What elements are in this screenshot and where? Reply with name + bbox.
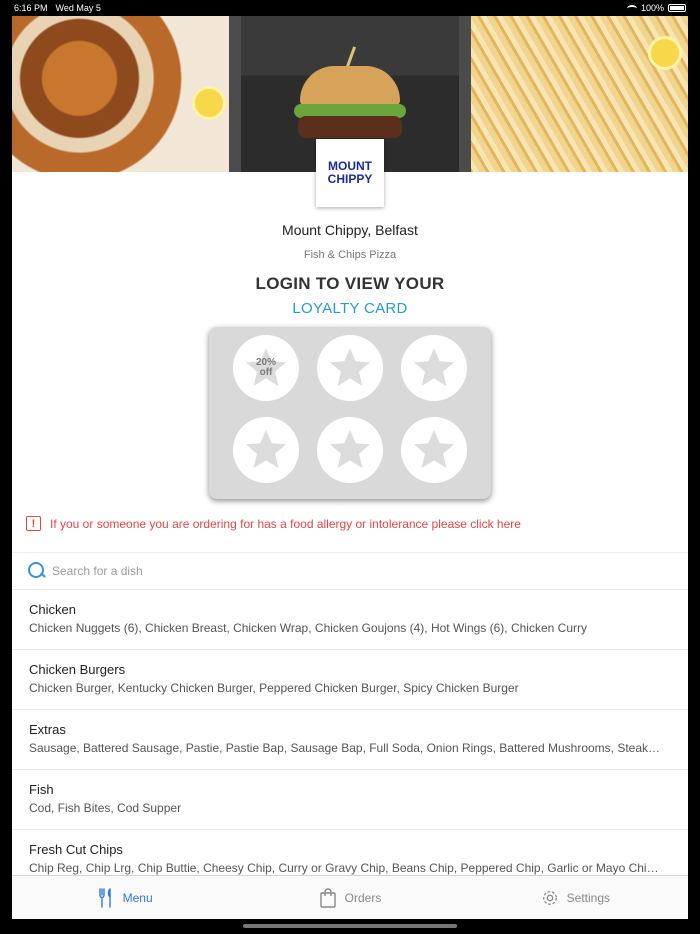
star-icon [414, 348, 454, 386]
category-items: Chicken Burger, Kentucky Chicken Burger,… [29, 681, 519, 695]
stamp-slot [317, 335, 383, 401]
star-icon [246, 430, 286, 468]
status-right: 100% [626, 3, 686, 13]
category-items: Cod, Fish Bites, Cod Supper [29, 801, 182, 815]
tab-orders[interactable]: Orders [237, 876, 462, 919]
star-icon [330, 430, 370, 468]
search-bar[interactable] [12, 552, 688, 590]
search-icon [28, 562, 46, 580]
logo-line-2: CHIPPY [327, 172, 373, 186]
tab-orders-label: Orders [344, 890, 382, 905]
category-row[interactable]: Extras Sausage, Battered Sausage, Pastie… [12, 710, 688, 770]
wifi-icon [626, 4, 637, 12]
search-input[interactable] [52, 564, 652, 578]
hero-image-chicken [12, 16, 238, 172]
gear-icon [542, 890, 557, 905]
stamp-slot [233, 417, 299, 483]
stamp-slot [401, 335, 467, 401]
reward-stamp: 20% off [233, 335, 299, 401]
category-items: Sausage, Battered Sausage, Pastie, Pasti… [29, 741, 661, 755]
star-icon [330, 348, 370, 386]
fork-knife-icon [98, 887, 111, 908]
reward-label: 20% off [256, 358, 276, 378]
allergy-text: If you or someone you are ordering for h… [50, 516, 521, 531]
category-items: Chip Reg, Chip Lrg, Chip Buttie, Cheesy … [29, 861, 659, 875]
home-indicator[interactable] [243, 924, 457, 928]
lemon-decor [647, 36, 682, 70]
category-name: Chicken [29, 602, 76, 617]
category-name: Chicken Burgers [29, 662, 126, 677]
category-row[interactable]: Chicken Chicken Nuggets (6), Chicken Bre… [12, 590, 688, 650]
restaurant-name: Mount Chippy, Belfast [282, 222, 418, 238]
hero-image-fish-chips [462, 16, 688, 172]
battery-icon [668, 4, 686, 12]
star-icon [414, 430, 454, 468]
status-date: Wed May 5 [55, 3, 101, 13]
allergy-notice[interactable]: ! If you or someone you are ordering for… [26, 516, 676, 531]
category-name: Extras [29, 722, 66, 737]
stamp-slot [317, 417, 383, 483]
status-bar: 6:16 PM Wed May 5 100% [0, 0, 700, 16]
reward-off: off [259, 367, 273, 378]
restaurant-type: Fish & Chips Pizza [303, 249, 397, 261]
stamp-slot [401, 417, 467, 483]
tab-bar: Menu Orders Settings [12, 875, 688, 919]
category-row[interactable]: Fish Cod, Fish Bites, Cod Supper [12, 770, 688, 830]
loyalty-card-link[interactable]: LOYALTY CARD [12, 300, 688, 317]
loyalty-login-title[interactable]: LOGIN TO VIEW YOUR [12, 274, 688, 294]
battery-percent: 100% [640, 3, 664, 13]
hero-divider [459, 16, 471, 172]
loyalty-card[interactable]: 20% off [209, 327, 491, 499]
warning-icon: ! [26, 516, 41, 531]
lemon-decor [192, 86, 226, 120]
hero-divider [229, 16, 241, 172]
restaurant-logo: MOUNT CHIPPY [316, 139, 384, 207]
tab-settings-label: Settings [566, 890, 610, 905]
tab-settings[interactable]: Settings [463, 876, 688, 919]
category-name: Fish [29, 782, 54, 797]
category-items: Chicken Nuggets (6), Chicken Breast, Chi… [29, 621, 587, 635]
bag-icon [319, 887, 336, 908]
device-frame: 6:16 PM Wed May 5 100% MOUNT CHIPPY Moun… [0, 0, 700, 934]
app-screen: MOUNT CHIPPY Mount Chippy, Belfast Fish … [12, 16, 688, 919]
tab-menu-label: Menu [122, 890, 153, 905]
category-name: Fresh Cut Chips [29, 842, 123, 857]
menu-categories: Chicken Chicken Nuggets (6), Chicken Bre… [12, 590, 688, 890]
status-time: 6:16 PM [14, 3, 48, 13]
category-row[interactable]: Chicken Burgers Chicken Burger, Kentucky… [12, 650, 688, 710]
tab-menu[interactable]: Menu [12, 876, 237, 919]
